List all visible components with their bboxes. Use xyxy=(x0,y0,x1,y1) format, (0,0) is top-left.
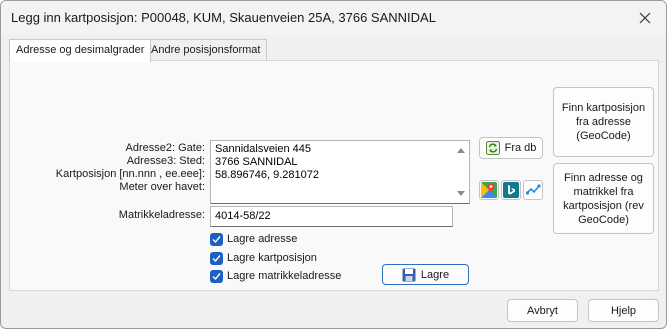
scroll-down-button[interactable] xyxy=(456,189,466,199)
refresh-db-icon xyxy=(485,141,500,155)
matrikkeladresse-value: 4014-58/22 xyxy=(215,210,271,222)
lagre-button[interactable]: Lagre xyxy=(382,264,469,285)
rev-geocode-button[interactable]: Finn adresse og matrikkel fra kartposisj… xyxy=(553,163,654,234)
checkbox-label: Lagre adresse xyxy=(227,233,298,245)
checkbox-checked-icon xyxy=(210,251,223,265)
label-matrikkeladresse: Matrikkeladresse: xyxy=(118,209,205,221)
address-textarea[interactable]: Sannidalsveien 445 3766 SANNIDAL 58.8967… xyxy=(210,140,470,204)
close-icon xyxy=(639,12,651,24)
rev-geocode-label: Finn adresse og matrikkel fra kartposisj… xyxy=(563,171,644,226)
avbryt-label: Avbryt xyxy=(527,304,558,317)
matrikkeladresse-field[interactable]: 4014-58/22 xyxy=(210,206,453,227)
fra-db-button[interactable]: Fra db xyxy=(479,137,543,159)
geocode-button[interactable]: Finn kartposisjon fra adresse (GeoCode) xyxy=(553,87,654,157)
google-maps-icon xyxy=(481,182,497,198)
bing-maps-button[interactable] xyxy=(501,180,521,200)
checkbox-label: Lagre kartposisjon xyxy=(227,252,317,264)
address-line-gate: Sannidalsveien 445 xyxy=(215,143,312,155)
window-title: Legg inn kartposisjon: P00048, KUM, Skau… xyxy=(11,10,436,25)
geocode-label: Finn kartposisjon fra adresse (GeoCode) xyxy=(561,102,646,142)
scroll-up-button[interactable] xyxy=(456,145,466,155)
avbryt-button[interactable]: Avbryt xyxy=(507,299,578,322)
checkbox-lagre-matrikkeladresse[interactable]: Lagre matrikkeladresse xyxy=(210,269,341,283)
route-icon xyxy=(525,184,541,195)
dialog-window: Legg inn kartposisjon: P00048, KUM, Skau… xyxy=(0,0,667,329)
address-line-kartposisjon: 58.896746, 9.281072 xyxy=(215,169,319,181)
label-meter-over-havet: Meter over havet: xyxy=(119,181,205,193)
bing-icon xyxy=(503,182,519,198)
route-map-button[interactable] xyxy=(523,180,543,200)
hjelp-button[interactable]: Hjelp xyxy=(588,299,659,322)
chevron-up-icon xyxy=(457,148,465,153)
tab-adresse-desimalgrader[interactable]: Adresse og desimalgrader xyxy=(9,39,152,62)
checkbox-checked-icon xyxy=(210,269,223,283)
checkbox-lagre-adresse[interactable]: Lagre adresse xyxy=(210,232,297,246)
chevron-down-icon xyxy=(457,191,465,196)
close-button[interactable] xyxy=(633,6,657,30)
fra-db-label: Fra db xyxy=(504,142,537,154)
label-kartposisjon: Kartposisjon [nn.nnn , ee.eee]: xyxy=(55,168,205,180)
label-gate: Adresse2: Gate: xyxy=(125,142,206,154)
checkbox-checked-icon xyxy=(210,232,223,246)
google-maps-button[interactable] xyxy=(479,180,499,200)
tab-andre-posisjonsformat[interactable]: Andre posisjonsformat xyxy=(144,39,268,61)
title-bar: Legg inn kartposisjon: P00048, KUM, Skau… xyxy=(1,1,666,35)
save-icon xyxy=(402,268,416,281)
lagre-label: Lagre xyxy=(420,268,450,281)
label-sted: Adresse3: Sted: xyxy=(126,155,205,167)
hjelp-label: Hjelp xyxy=(610,304,637,317)
checkbox-lagre-kartposisjon[interactable]: Lagre kartposisjon xyxy=(210,251,317,265)
checkbox-label: Lagre matrikkeladresse xyxy=(227,270,342,282)
address-line-sted: 3766 SANNIDAL xyxy=(215,156,298,168)
